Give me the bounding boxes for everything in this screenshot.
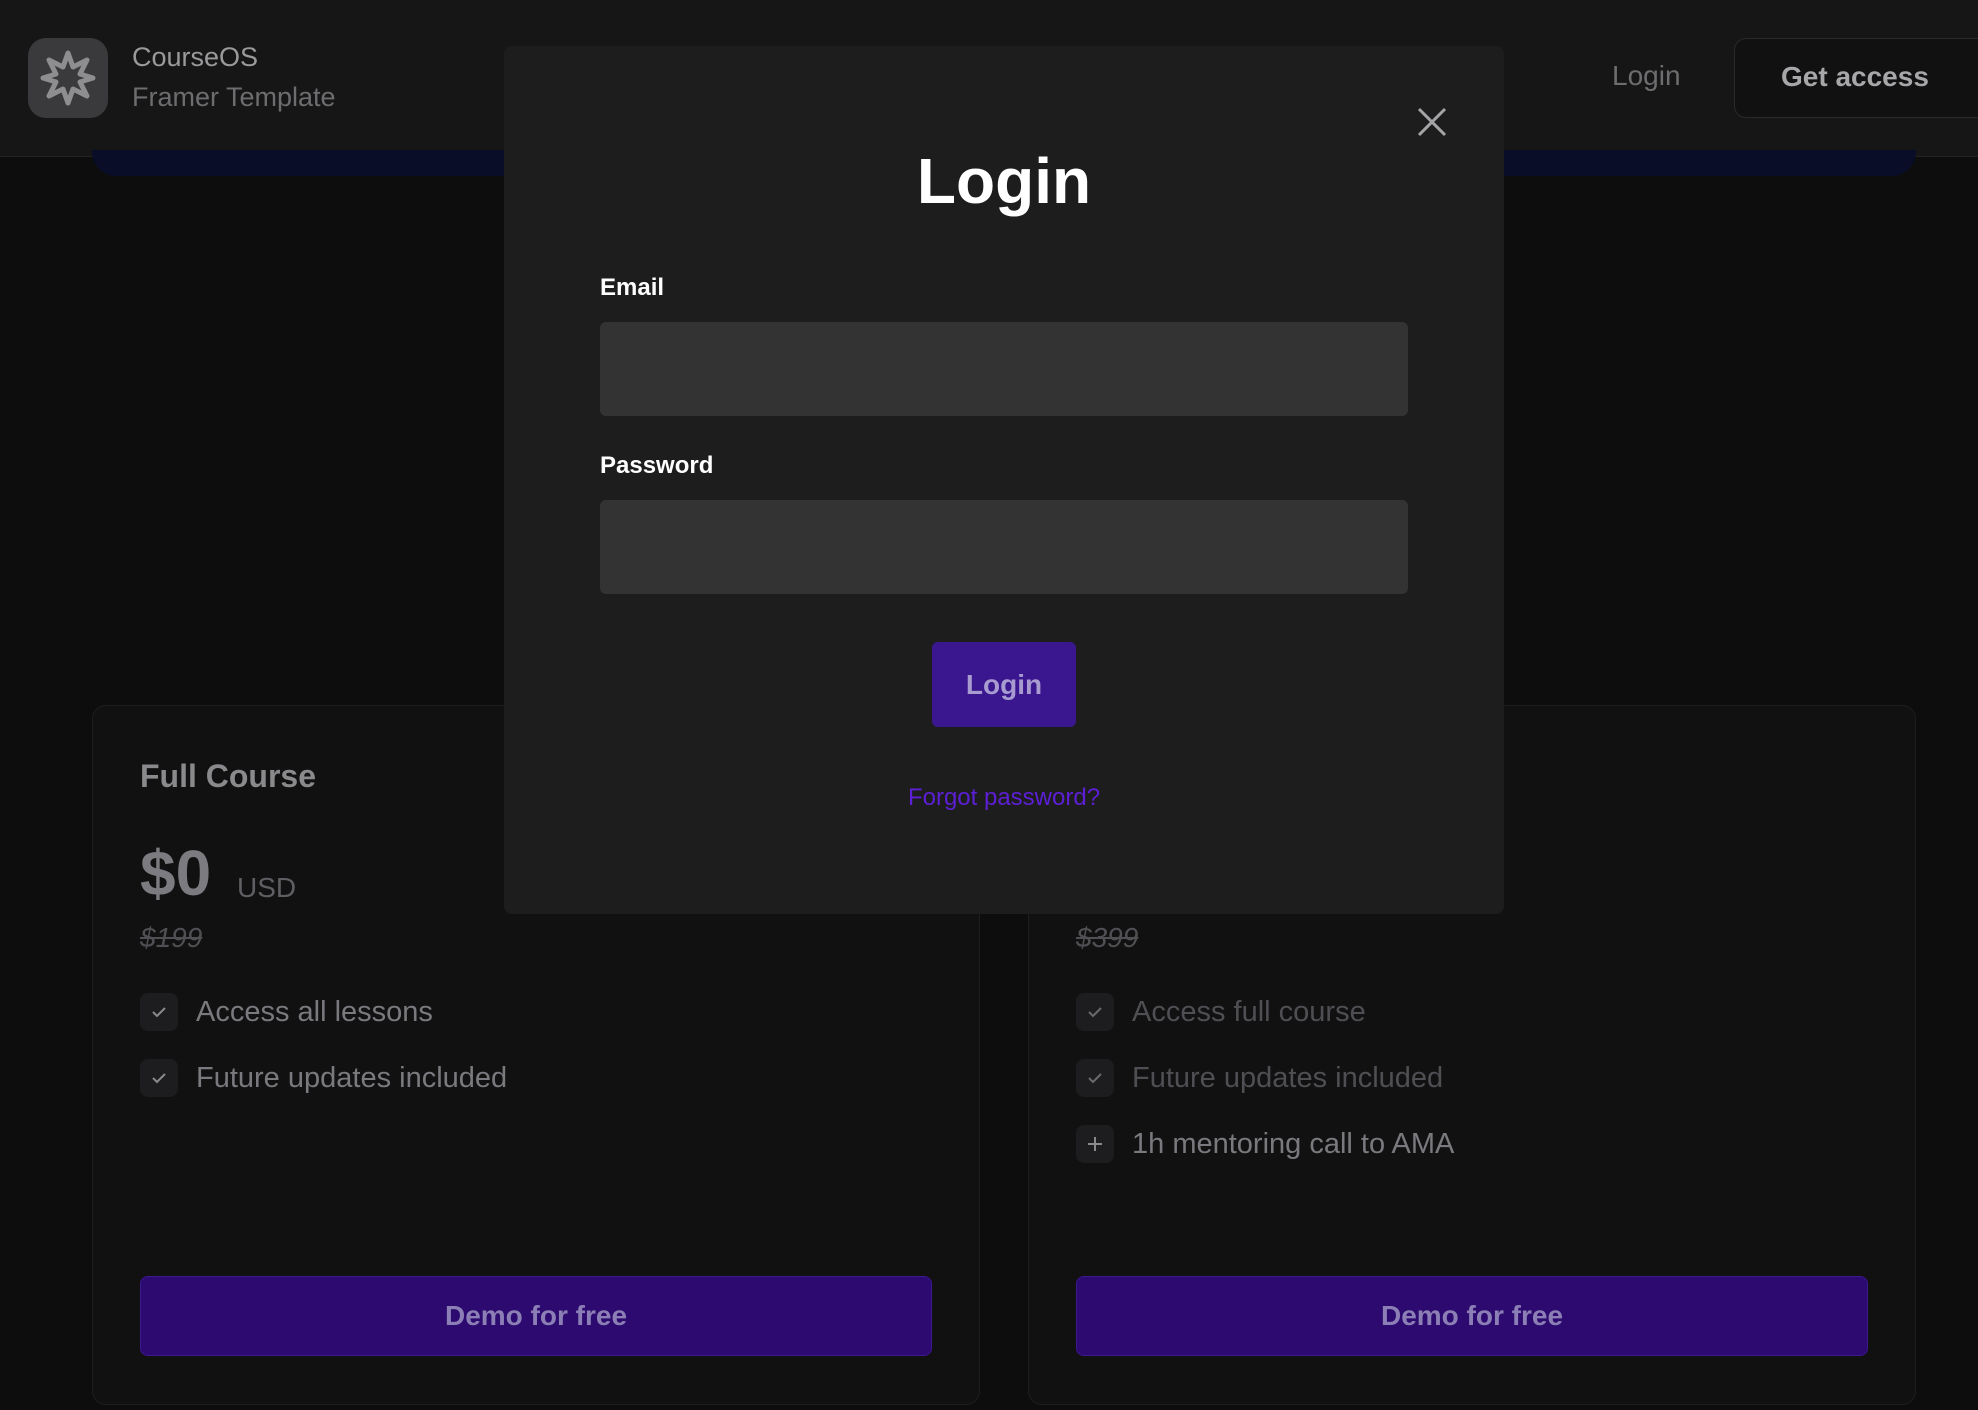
feature-item: Future updates included — [140, 1058, 507, 1098]
star-burst-icon — [40, 50, 96, 106]
close-button[interactable] — [1410, 100, 1454, 144]
feature-item: Access all lessons — [140, 992, 433, 1032]
feature-item: 1h mentoring call to AMA — [1076, 1124, 1454, 1164]
old-price: $199 — [140, 922, 203, 953]
email-label: Email — [600, 274, 665, 301]
plus-icon — [1076, 1125, 1114, 1163]
old-price: $399 — [1076, 922, 1139, 953]
login-modal: Login Email Password Login Forgot passwo… — [504, 46, 1504, 914]
feature-item: Access full course — [1076, 992, 1366, 1032]
brand-subtitle: Framer Template — [132, 82, 336, 112]
login-submit-button[interactable]: Login — [932, 642, 1076, 727]
check-icon — [1076, 1059, 1114, 1097]
page: CourseOS Framer Template Login Get acces… — [0, 0, 1978, 1410]
demo-for-free-button[interactable]: Demo for free — [1076, 1276, 1868, 1356]
email-field[interactable] — [600, 322, 1408, 416]
card-title: Full Course — [140, 758, 317, 794]
feature-text: Access full course — [1132, 995, 1366, 1028]
demo-for-free-button[interactable]: Demo for free — [140, 1276, 932, 1356]
close-icon — [1417, 107, 1447, 137]
feature-text: Future updates included — [196, 1061, 508, 1094]
password-field[interactable] — [600, 500, 1408, 594]
brand-name[interactable]: CourseOS — [132, 42, 258, 73]
brand-logo[interactable] — [28, 38, 108, 118]
feature-text: Access all lessons — [196, 995, 433, 1028]
price-currency: USD — [237, 872, 297, 903]
check-icon — [140, 1059, 178, 1097]
forgot-password-link[interactable]: Forgot password? — [504, 784, 1504, 812]
password-label: Password — [600, 452, 714, 479]
get-access-button[interactable]: Get access — [1734, 38, 1978, 118]
check-icon — [140, 993, 178, 1031]
feature-text: Future updates included — [1132, 1061, 1444, 1094]
feature-item: Future updates included — [1076, 1058, 1443, 1098]
check-icon — [1076, 993, 1114, 1031]
nav-login-link[interactable]: Login — [1612, 60, 1681, 92]
price: $0 — [140, 837, 212, 909]
feature-text: 1h mentoring call to AMA — [1132, 1127, 1455, 1160]
modal-title: Login — [916, 145, 1092, 217]
